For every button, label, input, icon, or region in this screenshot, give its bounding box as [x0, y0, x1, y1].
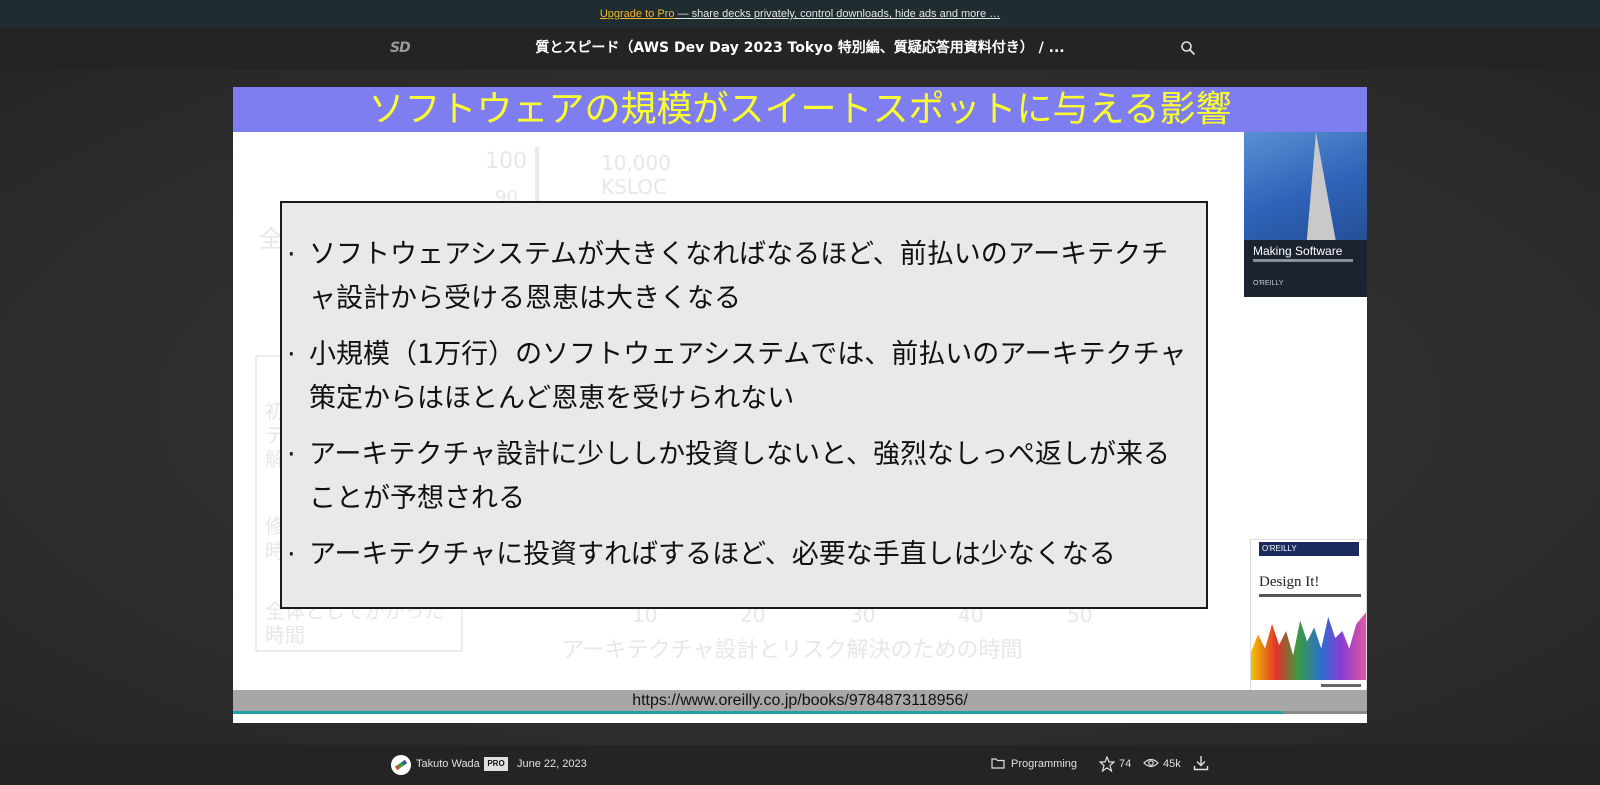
- book-cover-making-software: Making Software O'REILLY: [1244, 132, 1367, 297]
- eye-icon: [1143, 758, 1159, 768]
- bg-series-label-1: 10,000: [601, 151, 671, 175]
- speakerdeck-logo-icon[interactable]: SD: [390, 40, 416, 58]
- avatar[interactable]: [391, 755, 411, 775]
- pro-badge: PRO: [484, 757, 508, 771]
- bg-legend-item: 時間: [265, 623, 305, 647]
- book-title: Making Software: [1253, 244, 1343, 258]
- bullet-text: 小規模（1万行）のソフトウェアシステムでは、前払いのアーキテクチャ策定からはほと…: [309, 339, 1187, 414]
- slide[interactable]: ソフトウェアの規模がスイートスポットに与える影響 100 90 10,000 K…: [233, 87, 1367, 723]
- bullet-item: · 小規模（1万行）のソフトウェアシステムでは、前払いのアーキテクチャ策定からは…: [287, 333, 1187, 421]
- slide-progress-fill: [233, 711, 1282, 714]
- book-title: Design It!: [1259, 574, 1320, 590]
- download-icon: [1193, 756, 1209, 771]
- star-icon: [1099, 756, 1115, 772]
- views-stat: 45k: [1143, 754, 1193, 776]
- bg-x-axis-label: アーキテクチャ設計とリスク解決のための時間: [562, 638, 1023, 663]
- bullet-item: · アーキテクチャに投資すればするほど、必要な手直しは少なくなる: [287, 533, 1187, 577]
- star-count: 74: [1119, 758, 1132, 770]
- book-subtitle-bar: [1259, 594, 1361, 597]
- search-icon: [1181, 41, 1195, 55]
- star-button[interactable]: 74: [1099, 754, 1149, 776]
- search-button[interactable]: [1180, 40, 1198, 58]
- bullet-text: アーキテクチャ設計に少ししか投資しないと、強烈なしっぺ返しが来ることが予想される: [309, 439, 1171, 514]
- bullet-text: アーキテクチャに投資すればするほど、必要な手直しは少なくなる: [309, 539, 1116, 570]
- bottom-bar: Takuto Wada PRO June 22, 2023 Programmin…: [0, 745, 1600, 785]
- bullet-item: · アーキテクチャ設計に少ししか投資しないと、強烈なしっぺ返しが来ることが予想さ…: [287, 433, 1187, 521]
- book-skyline-art: [1251, 610, 1366, 680]
- book-publisher: O'REILLY: [1253, 280, 1284, 287]
- bg-y-tick: 100: [485, 149, 527, 174]
- bullet-item: · ソフトウェアシステムが大きくなればなるほど、前払いのアーキテクチャ設計から受…: [287, 233, 1187, 321]
- book-cover-design-it: O'REILLY Design It!: [1250, 539, 1367, 705]
- folder-icon: [991, 758, 1005, 769]
- bullet-text: ソフトウェアシステムが大きくなればなるほど、前払いのアーキテクチャ設計から受ける…: [309, 239, 1169, 314]
- bullet-marker: ·: [287, 339, 296, 370]
- upgrade-description-link[interactable]: — share decks privately, control downloa…: [674, 8, 1001, 20]
- top-bar: SD 質とスピード（AWS Dev Day 2023 Tokyo 特別編、質疑応…: [0, 28, 1600, 70]
- view-count: 45k: [1163, 758, 1181, 770]
- bg-y-axis: [535, 147, 539, 207]
- book-publisher: O'REILLY: [1259, 542, 1359, 556]
- slide-footer-url: https://www.oreilly.co.jp/books/97848731…: [632, 692, 968, 709]
- book-subtitle-bar: [1253, 259, 1353, 262]
- bullet-marker: ·: [287, 539, 296, 570]
- slide-footer: https://www.oreilly.co.jp/books/97848731…: [233, 690, 1367, 711]
- upgrade-banner: Upgrade to Pro — share decks privately, …: [0, 0, 1600, 28]
- category-label: Programming: [1011, 758, 1078, 770]
- slide-title-bar: ソフトウェアの規模がスイートスポットに与える影響: [233, 87, 1367, 132]
- deck-title: 質とスピード（AWS Dev Day 2023 Tokyo 特別編、質疑応答用資…: [535, 40, 1065, 56]
- bullet-marker: ·: [287, 439, 296, 470]
- slide-progress-bar[interactable]: [233, 711, 1367, 714]
- author-name[interactable]: Takuto Wada: [416, 758, 480, 770]
- upgrade-link[interactable]: Upgrade to Pro: [600, 8, 675, 20]
- publish-date: June 22, 2023: [517, 758, 587, 770]
- bg-series-label-2: KSLOC: [601, 175, 667, 199]
- bullet-marker: ·: [287, 239, 296, 270]
- bullet-overlay-box: · ソフトウェアシステムが大きくなればなるほど、前払いのアーキテクチャ設計から受…: [280, 201, 1208, 609]
- slide-title: ソフトウェアの規模がスイートスポットに与える影響: [368, 89, 1232, 130]
- book-author-bar: [1321, 684, 1361, 687]
- download-button[interactable]: [1193, 755, 1209, 771]
